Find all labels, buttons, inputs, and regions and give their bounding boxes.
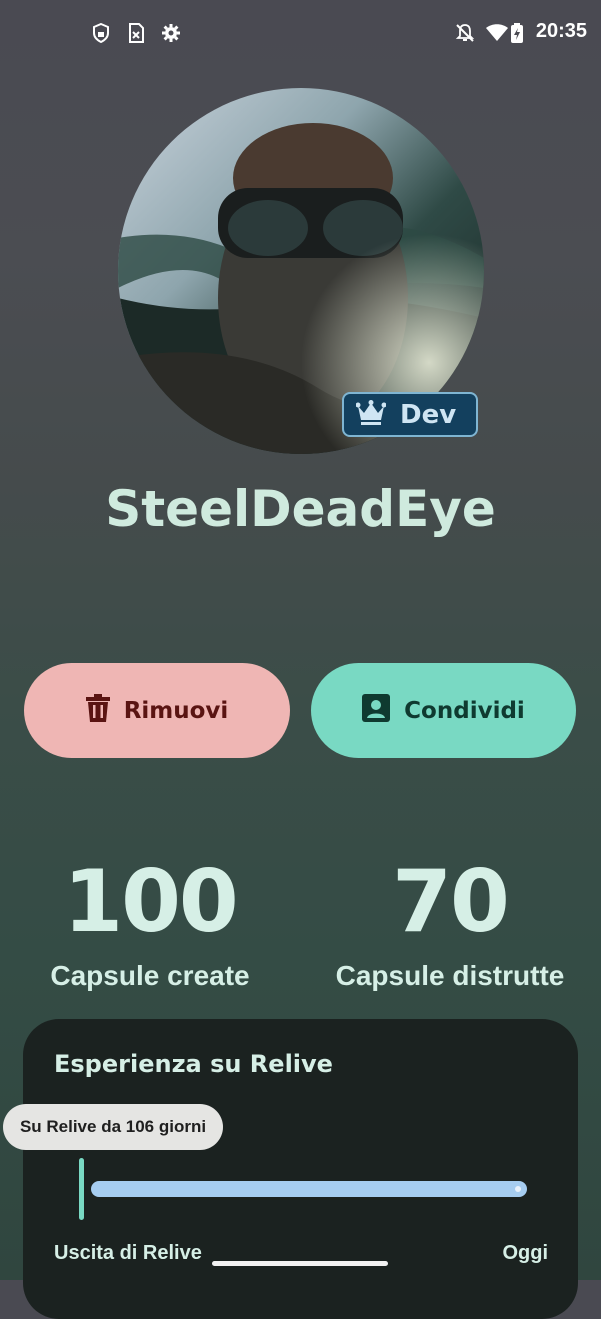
capsules-created-label: Capsule create [50,960,250,991]
status-bar: 20:35 [0,0,601,68]
home-indicator[interactable] [212,1261,388,1266]
share-button-label: Condividi [404,697,525,724]
notifications-off-icon [454,22,476,44]
username: SteelDeadEye [105,480,496,538]
battery-charging-icon [510,22,524,44]
trash-icon [85,693,110,728]
contact-card-icon [362,693,391,728]
settings-gear-icon [160,22,182,44]
sim-off-icon [125,22,147,44]
capsules-created-value: 100 [63,852,239,952]
days-tooltip: Su Relive da 106 giorni [3,1104,223,1150]
remove-button[interactable]: Rimuovi [24,663,290,758]
clock-time: 20:35 [535,20,587,42]
shield-lock-icon [90,22,112,44]
remove-button-label: Rimuovi [123,697,229,724]
wifi-icon [486,22,508,44]
timeline-start-label: Uscita di Relive [54,1242,202,1264]
crown-icon [355,399,387,430]
timeline-end-label: Oggi [502,1242,548,1264]
experience-title: Esperienza su Relive [54,1050,333,1078]
capsules-destroyed-value: 70 [392,852,510,952]
timeline-start-marker [79,1158,84,1220]
role-badge: Dev [342,392,478,437]
capsules-destroyed-label: Capsule distrutte [335,960,565,991]
timeline-end-dot [515,1186,521,1192]
timeline-track [91,1181,527,1197]
badge-label: Dev [400,399,457,430]
share-button[interactable]: Condividi [311,663,576,758]
